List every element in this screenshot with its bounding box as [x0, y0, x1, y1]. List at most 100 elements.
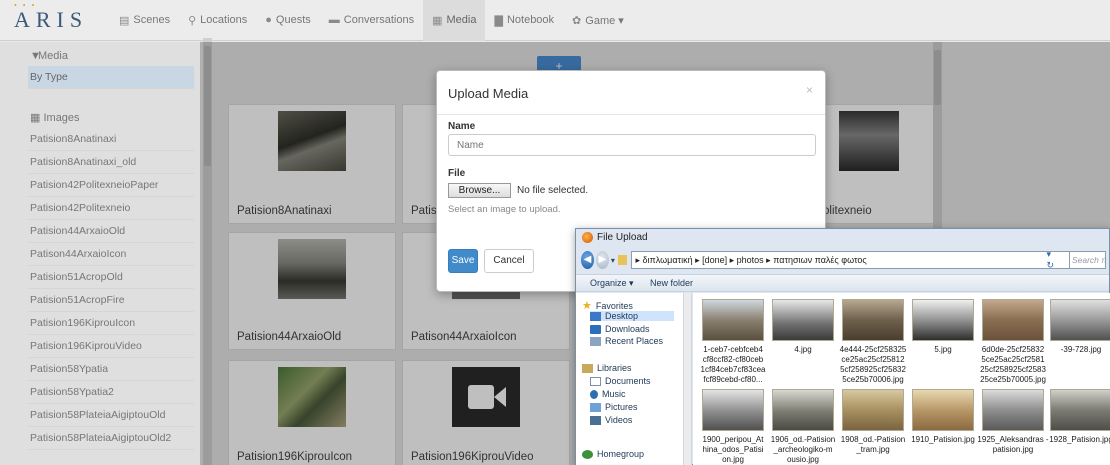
file-thumbnail [912, 389, 974, 431]
file-item[interactable]: 1-ceb7-cebfceb4 cf8ccf82-cf80ceb 1cf84ce… [697, 299, 769, 385]
nav-scenes[interactable]: ▤ Scenes [110, 0, 179, 41]
navigation-scrollbar[interactable] [684, 293, 692, 465]
list-item[interactable]: Patision58PlateiaAigiptouOld2 [28, 427, 194, 450]
nav-label: Libraries [597, 363, 632, 373]
nav-desktop[interactable]: Desktop [590, 311, 674, 321]
sidebar-heading: ▼ Media [0, 42, 200, 66]
file-name: 1900_peripou_At hina_odos_Patisi on.jpg [702, 435, 764, 464]
aris-logo[interactable]: • • • ARIS [0, 1, 110, 33]
file-thumbnail [772, 299, 834, 341]
browse-button[interactable]: Browse... [448, 183, 511, 198]
nav-label: Scenes [133, 14, 171, 26]
scenes-icon: ▤ [119, 14, 130, 27]
file-item[interactable]: 1910_Patision.jpg [907, 389, 979, 445]
nav-music[interactable]: Music [590, 389, 626, 399]
file-thumbnail [842, 389, 904, 431]
nav-label: Videos [605, 415, 633, 425]
file-item[interactable]: -39-728.jpg [1045, 299, 1110, 355]
file-item[interactable]: 1906_od.-Patision _archeologiko-m ousio.… [767, 389, 839, 465]
list-item[interactable]: Patision196KiprouIcon [28, 312, 194, 335]
nav-quests[interactable]: ● Quests [256, 0, 320, 41]
top-navbar: • • • ARIS ▤ Scenes ⚲ Locations ● Quests ▬ C… [0, 0, 1110, 41]
list-item[interactable]: Patison44ArxaioIcon [28, 243, 194, 266]
search-input[interactable]: Search πα [1068, 251, 1107, 269]
image-list: Patision8Anatinaxi Patision8Anatinaxi_ol… [28, 128, 194, 450]
notebook-icon: ▇ [494, 14, 503, 27]
address-bar[interactable]: ▸ διπλωματική ▸ [done] ▸ photos ▸ πατησι… [630, 251, 1071, 269]
new-folder-button[interactable]: New folder [650, 278, 693, 288]
media-sidebar: ▼ Media By Type ▦ Images Patision8Anatina… [0, 42, 200, 465]
file-name: 4.jpg [794, 345, 812, 354]
file-upload-dialog: File Upload ◀ ▶ ▾ ▸ διπλωματική ▸ [done]… [575, 228, 1110, 465]
nav-label: Homegroup [597, 449, 645, 459]
name-input[interactable] [448, 134, 816, 156]
file-name: 1908_od.-Patision _tram.jpg [840, 435, 906, 454]
file-list: 1-ceb7-cebfceb4 cf8ccf82-cf80ceb 1cf84ce… [693, 293, 1110, 465]
nav-conversations[interactable]: ▬ Conversations [320, 0, 423, 41]
nav-label: Music [602, 389, 626, 399]
file-name: 4e444-25cf258325 ce25ac25cf25812 5cf2589… [839, 345, 907, 384]
nav-videos[interactable]: Videos [590, 415, 632, 425]
file-item[interactable]: 4e444-25cf258325 ce25ac25cf25812 5cf2589… [837, 299, 909, 385]
nav-documents[interactable]: Documents [590, 376, 651, 386]
refresh-icon[interactable]: ▾ ↻ [1047, 249, 1057, 271]
file-item[interactable]: 6d0de-25cf25832 5ce25ac25cf2581 25cf2589… [977, 299, 1049, 385]
cancel-button[interactable]: Cancel [484, 249, 534, 273]
file-name: 1928_Patision.jpg [1049, 435, 1110, 444]
nav-label: Recent Places [605, 336, 664, 346]
dialog-titlebar[interactable]: File Upload [582, 232, 648, 243]
nav-homegroup[interactable]: Homegroup [582, 449, 644, 459]
list-item[interactable]: Patision196KiprouVideo [28, 335, 194, 358]
nav-recent-places[interactable]: Recent Places [590, 336, 663, 346]
pictures-icon [590, 402, 601, 412]
name-label: Name [448, 121, 476, 132]
back-button[interactable]: ◀ [581, 251, 594, 269]
libraries-icon [582, 363, 593, 373]
file-item[interactable]: 1908_od.-Patision _tram.jpg [837, 389, 909, 455]
save-button[interactable]: Save [448, 249, 478, 273]
file-thumbnail [982, 389, 1044, 431]
filter-by-type[interactable]: By Type [28, 66, 194, 89]
nav-label: Favorites [595, 300, 633, 311]
nav-libraries[interactable]: Libraries [582, 363, 632, 373]
file-item[interactable]: 1925_Aleksandras -patision.jpg [977, 389, 1049, 455]
file-status-text: No file selected. [517, 185, 589, 196]
nav-game[interactable]: ✿ Game ▾ [563, 0, 633, 41]
list-item[interactable]: Patision51AcropOld [28, 266, 194, 289]
nav-downloads[interactable]: Downloads [590, 324, 650, 334]
file-item[interactable]: 4.jpg [767, 299, 839, 355]
list-item[interactable]: Patision42Politexneio [28, 197, 194, 220]
nav-pictures[interactable]: Pictures [590, 402, 638, 412]
music-icon [590, 389, 598, 399]
documents-icon [590, 376, 601, 386]
images-section-heading: ▦ Images [0, 89, 200, 128]
list-item[interactable]: Patision8Anatinaxi_old [28, 151, 194, 174]
list-item[interactable]: Patision42PolitexneioPaper [28, 174, 194, 197]
desktop-icon [590, 311, 601, 321]
file-name: 1925_Aleksandras -patision.jpg [977, 435, 1049, 454]
nav-notebook[interactable]: ▇ Notebook [485, 0, 563, 41]
file-item[interactable]: 1928_Patision.jpg [1045, 389, 1110, 445]
file-name: 6d0de-25cf25832 5ce25ac25cf2581 25cf2589… [980, 345, 1046, 384]
file-item[interactable]: 5.jpg [907, 299, 979, 355]
location-pin-icon: ⚲ [188, 14, 197, 27]
file-thumbnail [1050, 389, 1110, 431]
list-item[interactable]: Patision8Anatinaxi [28, 128, 194, 151]
close-icon[interactable]: × [806, 83, 813, 97]
forward-button[interactable]: ▶ [595, 251, 609, 269]
list-item[interactable]: Patision51AcropFire [28, 289, 194, 312]
file-item[interactable]: 1900_peripou_At hina_odos_Patisi on.jpg [697, 389, 769, 465]
list-item[interactable]: Patision58Ypatia2 [28, 381, 194, 404]
list-item[interactable]: Patision58Ypatia [28, 358, 194, 381]
dropdown-arrow-icon[interactable]: ▾ [611, 256, 615, 265]
file-thumbnail [772, 389, 834, 431]
list-item[interactable]: Patision58PlateiaAigiptouOld [28, 404, 194, 427]
file-name: 1910_Patision.jpg [911, 435, 975, 444]
nav-media[interactable]: ▦ Media [423, 0, 486, 41]
organize-menu[interactable]: Organize ▾ [590, 278, 634, 289]
file-help-text: Select an image to upload. [448, 204, 561, 215]
list-item[interactable]: Patision44ArxaioOld [28, 220, 194, 243]
speech-bubble-icon: ▬ [328, 14, 340, 26]
nav-locations[interactable]: ⚲ Locations [179, 0, 256, 41]
file-thumbnail [702, 299, 764, 341]
